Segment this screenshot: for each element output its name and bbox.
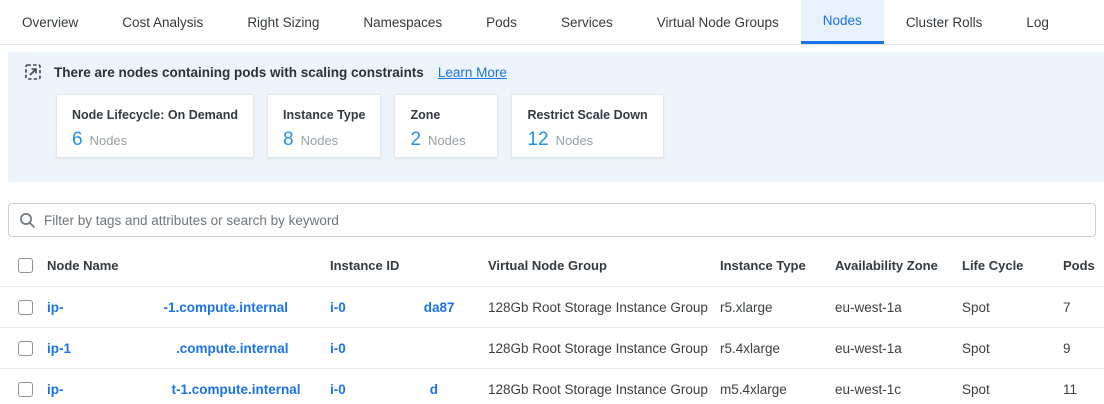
pods-cell: 7 <box>1058 300 1104 315</box>
search-icon <box>19 212 36 229</box>
col-header-virtual-node-group: Virtual Node Group <box>488 258 720 273</box>
stat-card-zone[interactable]: Zone 2 Nodes <box>394 94 498 158</box>
node-name-link[interactable]: ip- <box>47 300 64 315</box>
tab-right-sizing[interactable]: Right Sizing <box>225 0 341 44</box>
stat-card-unit: Nodes <box>90 133 128 148</box>
node-name-link[interactable]: .compute.internal <box>176 341 289 356</box>
stat-card-value: 8 <box>283 129 294 151</box>
tab-cluster-rolls[interactable]: Cluster Rolls <box>884 0 1005 44</box>
node-name-link[interactable]: t-1.compute.internal <box>172 382 301 397</box>
redacted-text <box>64 389 172 390</box>
col-header-instance-id: Instance ID <box>330 258 488 273</box>
row-checkbox[interactable] <box>18 382 33 397</box>
redacted-text <box>346 389 430 390</box>
stat-card-title: Zone <box>410 108 482 122</box>
instance-id-link[interactable]: i-0 <box>330 382 346 397</box>
stat-card-value: 2 <box>410 129 421 151</box>
life-cycle-cell: Spot <box>962 300 1058 315</box>
tab-log[interactable]: Log <box>1004 0 1071 44</box>
filter-bar <box>8 203 1096 237</box>
constraint-stat-cards: Node Lifecycle: On Demand 6 Nodes Instan… <box>56 94 1088 158</box>
life-cycle-cell: Spot <box>962 341 1058 356</box>
col-header-pods: Pods <box>1058 258 1104 273</box>
learn-more-link[interactable]: Learn More <box>438 65 507 80</box>
table-row: ip- -1.compute.internal i-0 da87 128Gb Roo… <box>0 287 1104 328</box>
instance-type-cell: r5.4xlarge <box>720 341 835 356</box>
nodes-table: Node Name Instance ID Virtual Node Group… <box>0 245 1104 404</box>
stat-card-value: 12 <box>527 129 548 151</box>
instance-id-link[interactable]: d <box>430 382 438 397</box>
stat-card-restrict-scale-down[interactable]: Restrict Scale Down 12 Nodes <box>511 94 663 158</box>
instance-type-cell: r5.xlarge <box>720 300 835 315</box>
banner: There are nodes containing pods with sca… <box>24 63 1088 81</box>
redacted-text <box>346 307 424 308</box>
stat-card-title: Restrict Scale Down <box>527 108 647 122</box>
stat-card-title: Node Lifecycle: On Demand <box>72 108 238 122</box>
stat-card-unit: Nodes <box>301 133 339 148</box>
col-header-instance-type: Instance Type <box>720 258 835 273</box>
tab-virtual-node-groups[interactable]: Virtual Node Groups <box>635 0 801 44</box>
table-row: ip-t-1.compute.internal i-0 d 128Gb Root … <box>0 369 1104 404</box>
node-name-link[interactable]: -1.compute.internal <box>164 300 289 315</box>
tab-cost-analysis[interactable]: Cost Analysis <box>100 0 225 44</box>
table-header-row: Node Name Instance ID Virtual Node Group… <box>0 245 1104 287</box>
instance-id-link[interactable]: i-0 <box>330 300 346 315</box>
stat-card-value: 6 <box>72 129 83 151</box>
availability-zone-cell: eu-west-1a <box>835 341 962 356</box>
availability-zone-cell: eu-west-1a <box>835 300 962 315</box>
virtual-node-group-cell: 128Gb Root Storage Instance Group <box>488 341 720 356</box>
select-all-checkbox[interactable] <box>18 258 33 273</box>
tab-nodes[interactable]: Nodes <box>801 0 884 44</box>
col-header-life-cycle: Life Cycle <box>962 258 1058 273</box>
redacted-text <box>71 348 176 349</box>
stat-card-unit: Nodes <box>428 133 466 148</box>
cluster-tab-bar: Overview Cost Analysis Right Sizing Name… <box>0 0 1104 45</box>
virtual-node-group-cell: 128Gb Root Storage Instance Group <box>488 300 720 315</box>
instance-id-link[interactable]: i-0 <box>330 341 346 356</box>
filter-input[interactable] <box>44 213 1085 228</box>
table-row: ip-1 .compute.internal i-0 128Gb Root Sto… <box>0 328 1104 369</box>
scale-constraint-icon <box>24 63 42 81</box>
availability-zone-cell: eu-west-1c <box>835 382 962 397</box>
stat-card-title: Instance Type <box>283 108 365 122</box>
col-header-node-name: Node Name <box>40 258 330 273</box>
tab-pods[interactable]: Pods <box>464 0 539 44</box>
stat-card-instance-type[interactable]: Instance Type 8 Nodes <box>267 94 381 158</box>
col-header-availability-zone: Availability Zone <box>835 258 962 273</box>
tab-overview[interactable]: Overview <box>0 0 100 44</box>
pods-cell: 9 <box>1058 341 1104 356</box>
banner-message: There are nodes containing pods with sca… <box>54 65 424 80</box>
instance-type-cell: m5.4xlarge <box>720 382 835 397</box>
virtual-node-group-cell: 128Gb Root Storage Instance Group <box>488 382 720 397</box>
node-name-link[interactable]: ip- <box>47 382 64 397</box>
instance-id-link[interactable]: da87 <box>424 300 455 315</box>
node-name-link[interactable]: ip-1 <box>47 341 71 356</box>
life-cycle-cell: Spot <box>962 382 1058 397</box>
stat-card-node-lifecycle[interactable]: Node Lifecycle: On Demand 6 Nodes <box>56 94 254 158</box>
pods-cell: 11 <box>1058 382 1104 397</box>
redacted-text <box>64 307 164 308</box>
scaling-constraints-panel: There are nodes containing pods with sca… <box>8 52 1104 182</box>
stat-card-unit: Nodes <box>556 133 594 148</box>
row-checkbox[interactable] <box>18 300 33 315</box>
tab-namespaces[interactable]: Namespaces <box>341 0 464 44</box>
tab-services[interactable]: Services <box>539 0 635 44</box>
row-checkbox[interactable] <box>18 341 33 356</box>
